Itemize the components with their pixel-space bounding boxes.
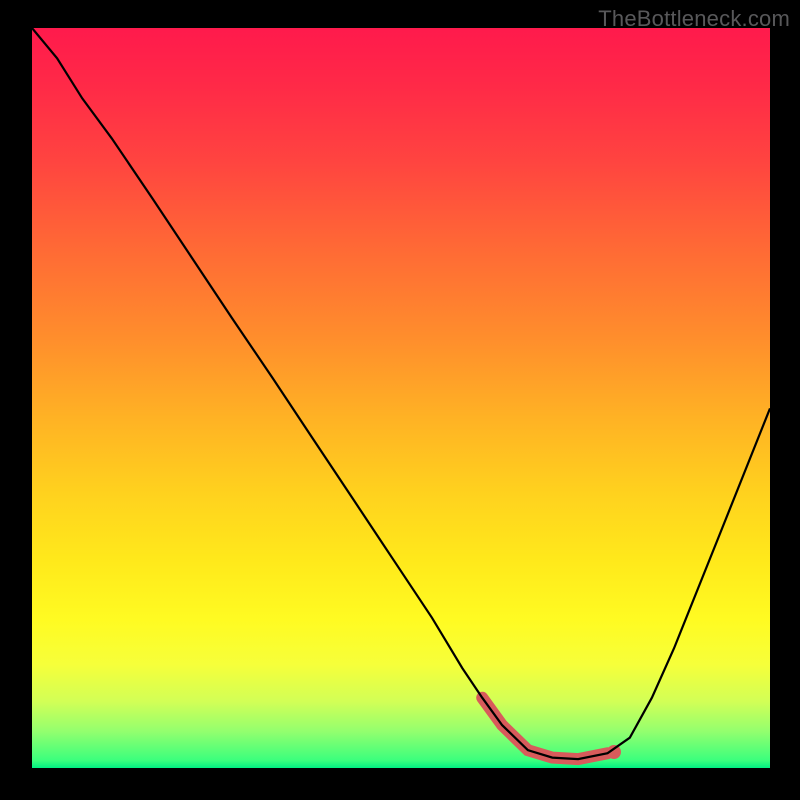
plot-area (32, 28, 770, 768)
watermark-text: TheBottleneck.com (598, 6, 790, 32)
chart-frame (32, 28, 770, 768)
bottleneck-curve (32, 28, 770, 768)
